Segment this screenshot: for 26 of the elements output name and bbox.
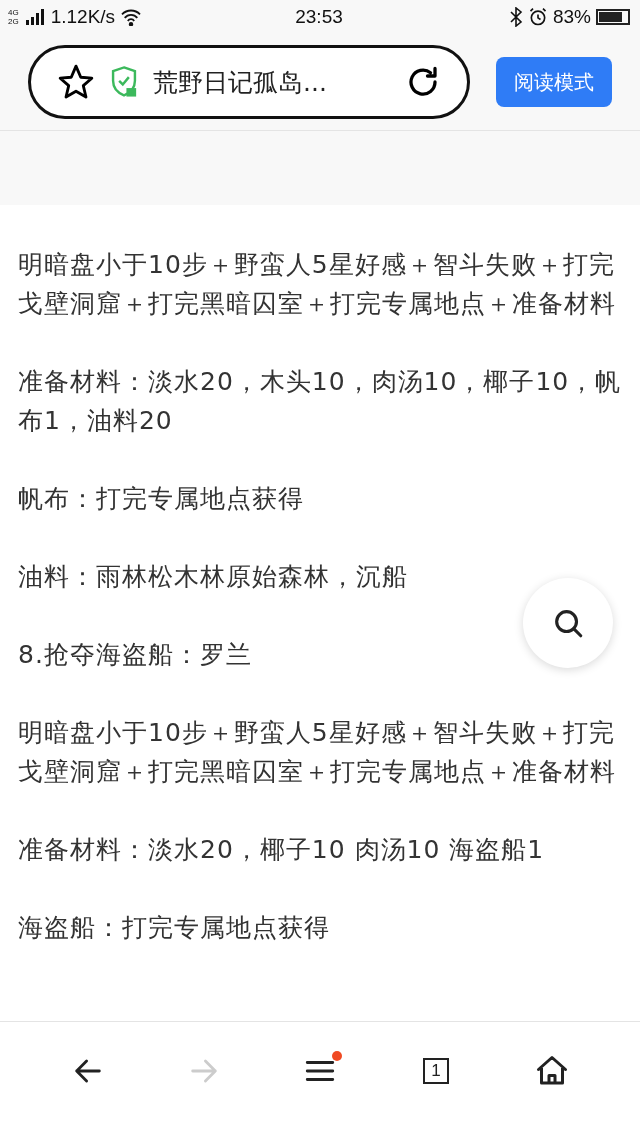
network-label: 4G [8, 8, 19, 17]
bluetooth-icon [509, 7, 523, 27]
battery-icon [596, 9, 630, 25]
page-title: 荒野日记孤岛... [153, 66, 328, 99]
tabs-button[interactable]: 1 [414, 1049, 458, 1093]
star-icon [57, 63, 95, 101]
article-paragraph: 明暗盘小于10步＋野蛮人5星好感＋智斗失败＋打完戈壁洞窟＋打完黑暗囚室＋打完专属地点＋准备材料 [18, 717, 617, 788]
article-paragraph: 准备材料：淡水20，椰子10 肉汤10 海盗船1 [18, 834, 546, 866]
article-paragraph: 油料：雨林松木林原始森林，沉船 [18, 561, 409, 593]
search-button[interactable] [523, 578, 613, 668]
clock: 23:53 [295, 6, 343, 28]
wifi-icon [120, 8, 143, 26]
article-paragraph: 帆布：打完专属地点获得 [18, 483, 305, 515]
signal-icon [25, 9, 46, 25]
network-speed: 1.12K/s [50, 6, 116, 28]
alarm-icon [528, 7, 548, 27]
network-label: 2G [8, 17, 19, 26]
article-paragraph: 明暗盘小于10步＋野蛮人5星好感＋智斗失败＋打完戈壁洞窟＋打完黑暗囚室＋打完专属地点＋准备材料 [18, 249, 617, 320]
shield-check-icon [109, 65, 139, 99]
article-paragraph: 准备材料：淡水20，木头10，肉汤10，椰子10，帆布1，油料20 [18, 366, 622, 437]
address-bar[interactable]: 荒野日记孤岛... [28, 45, 470, 119]
article-paragraph: 海盗船：打完专属地点获得 [18, 912, 331, 944]
battery-percent: 83% [553, 6, 591, 28]
reading-mode-button[interactable]: 阅读模式 [496, 57, 612, 107]
article-paragraph: 8.抢夺海盗船：罗兰 [18, 639, 253, 671]
tab-count: 1 [423, 1058, 449, 1084]
